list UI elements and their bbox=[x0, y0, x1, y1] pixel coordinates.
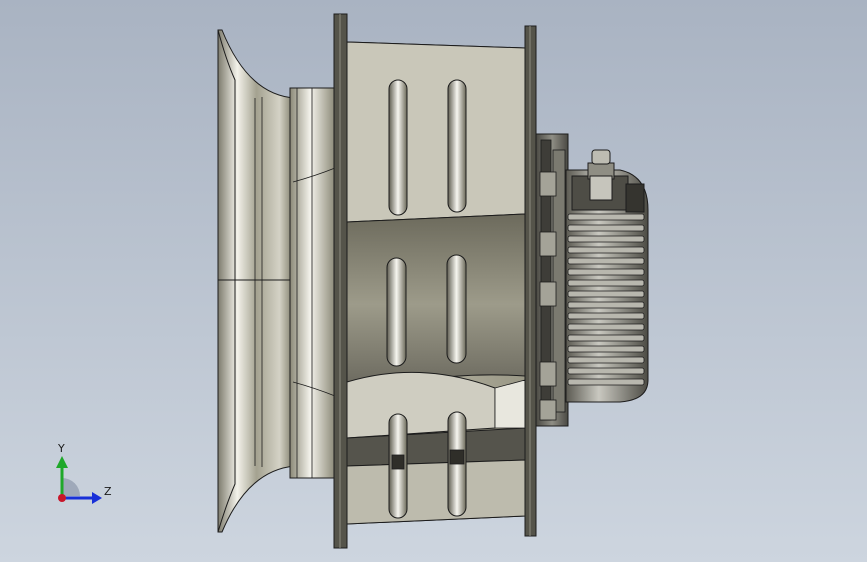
cooling-fin bbox=[567, 345, 645, 353]
coordinate-triad: Y Z bbox=[40, 438, 120, 518]
triad-graphic bbox=[56, 456, 102, 504]
shroud-band bbox=[289, 87, 336, 479]
z-axis-label: Z bbox=[104, 485, 112, 498]
graphics-viewport[interactable]: Y Z bbox=[0, 0, 867, 562]
cooling-fin bbox=[567, 356, 645, 364]
cooling-fin bbox=[567, 367, 645, 375]
z-axis-arrowhead bbox=[92, 492, 102, 504]
fan-model[interactable] bbox=[0, 0, 867, 562]
cooling-fin bbox=[567, 290, 645, 298]
cooling-fin bbox=[567, 268, 645, 276]
y-axis-arrowhead bbox=[56, 456, 68, 468]
inlet-nozzle bbox=[217, 29, 296, 533]
cooling-fin bbox=[567, 246, 645, 254]
y-axis-label: Y bbox=[58, 442, 65, 455]
cooling-fin bbox=[567, 312, 645, 320]
motor-flange bbox=[535, 133, 569, 427]
cooling-fin bbox=[567, 224, 645, 232]
cooling-fin bbox=[567, 378, 645, 386]
cooling-fin bbox=[567, 279, 645, 287]
front-wheel-plate bbox=[333, 13, 348, 549]
rear-wheel-plate bbox=[524, 25, 537, 537]
cooling-fin bbox=[567, 235, 645, 243]
cooling-fin bbox=[567, 257, 645, 265]
cooling-fin bbox=[567, 301, 645, 309]
cooling-fin bbox=[567, 213, 645, 221]
cooling-fin bbox=[567, 334, 645, 342]
impeller-body bbox=[346, 41, 526, 525]
cooling-fin bbox=[567, 323, 645, 331]
origin-dot bbox=[58, 494, 66, 502]
